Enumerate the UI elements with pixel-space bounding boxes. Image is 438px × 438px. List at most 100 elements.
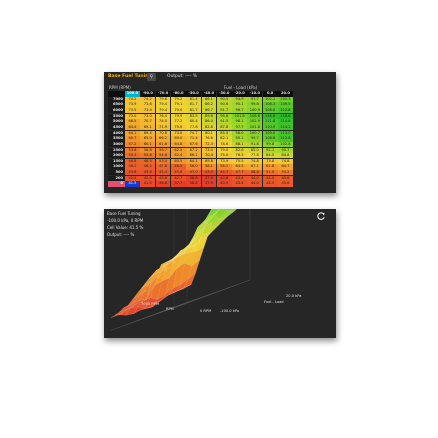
table-cell[interactable]: 73.0: [201, 147, 217, 153]
table-cell[interactable]: 44.5: [262, 181, 278, 187]
table-cell[interactable]: 65.0: [140, 136, 156, 142]
table-cell[interactable]: 69.4: [140, 130, 156, 136]
table-cell[interactable]: 86.0: [201, 119, 217, 125]
row-header[interactable]: 1000: [108, 164, 125, 170]
table-cell[interactable]: 75.5: [232, 158, 247, 165]
table-cell[interactable]: 43.4: [232, 175, 247, 182]
table-cell[interactable]: 38.8: [186, 181, 202, 187]
table-cell[interactable]: 42.4: [125, 175, 140, 182]
table-cell[interactable]: 74.0: [155, 119, 171, 125]
table-cell[interactable]: 45.8: [170, 170, 186, 176]
table-cell[interactable]: 102.9: [247, 119, 263, 125]
table-cell[interactable]: 50.3: [125, 153, 140, 159]
table-cell[interactable]: 101.8: [247, 124, 263, 131]
table-cell[interactable]: 100.9: [247, 107, 263, 114]
table-cell[interactable]: 73.8: [140, 102, 156, 108]
table-cell[interactable]: 43.8: [155, 175, 171, 182]
table-cell[interactable]: 90.6: [216, 102, 232, 108]
table-cell[interactable]: 60.1: [140, 141, 156, 148]
table-cell[interactable]: 74.2: [140, 96, 156, 102]
table-cell[interactable]: 112.8: [278, 107, 293, 114]
table-cell[interactable]: 79.1: [170, 102, 186, 108]
table-cell[interactable]: 43.8: [125, 170, 140, 176]
table-cell[interactable]: 109.0: [262, 130, 278, 136]
table-cell[interactable]: 52.8: [140, 153, 156, 159]
table-cell[interactable]: 86.7: [201, 107, 217, 114]
table-cell[interactable]: 108.3: [262, 102, 278, 108]
table-cell[interactable]: 38.8: [186, 175, 202, 182]
table-cell[interactable]: 91.8: [247, 141, 263, 148]
table-cell[interactable]: 46.2: [125, 164, 140, 170]
table-cell[interactable]: 69.1: [140, 124, 156, 131]
table-cell[interactable]: 73.9: [216, 158, 232, 165]
table-cell[interactable]: 41.5: [125, 181, 140, 187]
row-header[interactable]: 2500: [108, 147, 125, 153]
table-cell[interactable]: 70.7: [140, 119, 156, 125]
table-cell[interactable]: 81.7: [186, 102, 202, 108]
table-cell[interactable]: 46.5: [170, 164, 186, 170]
table-cell[interactable]: 77.8: [186, 124, 202, 131]
table-cell[interactable]: 70.4: [201, 153, 217, 159]
table-cell[interactable]: 37.9: [201, 175, 217, 182]
table-cell[interactable]: 48.8: [247, 170, 263, 176]
table-cell[interactable]: 37.9: [201, 181, 217, 187]
table-cell[interactable]: 48.5: [140, 158, 156, 165]
table-cell[interactable]: 73.0: [170, 130, 186, 136]
table-cell[interactable]: 53.0: [155, 158, 171, 165]
table-cell[interactable]: 44.0: [247, 175, 263, 182]
table-cell[interactable]: 71.4: [186, 136, 202, 142]
table-cell[interactable]: 40.8: [216, 175, 232, 182]
table-cell[interactable]: 67.6: [186, 141, 202, 148]
search-icon[interactable]: ⚲: [147, 73, 156, 81]
table-cell[interactable]: 74.2: [125, 96, 140, 102]
table-cell[interactable]: 105.3: [278, 96, 293, 102]
table-cell[interactable]: 108.8: [262, 107, 278, 114]
table-cell[interactable]: 73.9: [125, 102, 140, 108]
table-cell[interactable]: 43.0: [201, 170, 217, 176]
table-cell[interactable]: 67.2: [186, 147, 202, 153]
table-cell[interactable]: 70.8: [155, 130, 171, 136]
row-header[interactable]: 4500: [108, 124, 125, 131]
table-cell[interactable]: 99.8: [247, 102, 263, 108]
table-cell[interactable]: 64.1: [125, 130, 140, 136]
table-cell[interactable]: 80.4: [186, 119, 202, 125]
table-cell[interactable]: 74.7: [186, 130, 202, 136]
table-cell[interactable]: 86.1: [201, 96, 217, 102]
table-cell[interactable]: 47.7: [232, 170, 247, 176]
table-cell[interactable]: 82.8: [201, 124, 217, 131]
row-header[interactable]: 200: [108, 175, 125, 182]
table-cell[interactable]: 62.4: [170, 153, 186, 159]
table-cell[interactable]: 64.1: [186, 158, 202, 165]
table-cell[interactable]: 74.8: [247, 158, 263, 165]
table-cell[interactable]: 66.2: [155, 136, 171, 142]
table-cell[interactable]: 113.0: [278, 130, 293, 136]
table-cell[interactable]: 43.4: [232, 181, 247, 187]
table-cell[interactable]: 79.0: [216, 147, 232, 153]
table-cell[interactable]: 95.1: [232, 102, 247, 108]
table-cell[interactable]: 64.4: [125, 124, 140, 131]
table-cell[interactable]: 64.8: [170, 141, 186, 148]
table-cell[interactable]: 54.8: [155, 153, 171, 159]
table-cell[interactable]: 95.1: [232, 136, 247, 142]
table-cell[interactable]: 47.0: [186, 170, 202, 176]
table-cell[interactable]: 54.2: [278, 170, 293, 176]
table-cell[interactable]: 97.7: [232, 124, 247, 131]
table-cell[interactable]: 98.1: [232, 119, 247, 125]
table-cell[interactable]: 75.0: [216, 153, 232, 159]
table-cell[interactable]: 90.5: [216, 96, 232, 102]
table-cell[interactable]: 100.7: [247, 130, 263, 136]
table-cell[interactable]: 101.8: [232, 113, 247, 119]
table-cell[interactable]: 71.9: [155, 124, 171, 131]
table-cell[interactable]: 43.8: [140, 170, 156, 176]
surface-view-panel[interactable]: 7000 RPM RPM 0 RPM -100.0 kPa Fuel - Load 20.…: [104, 209, 336, 338]
table-cell[interactable]: 73.0: [125, 113, 140, 119]
row-header[interactable]: 2000: [108, 153, 125, 159]
refresh-icon[interactable]: [316, 211, 326, 221]
table-cell[interactable]: 64.5: [232, 164, 247, 170]
table-cell[interactable]: 42.7: [170, 175, 186, 182]
row-header[interactable]: 500: [108, 170, 125, 176]
table-cell[interactable]: 79.4: [155, 107, 171, 114]
table-cell[interactable]: 72.3: [201, 141, 217, 148]
row-header[interactable]: 5000: [108, 119, 125, 125]
table-cell[interactable]: 91.7: [216, 107, 232, 114]
